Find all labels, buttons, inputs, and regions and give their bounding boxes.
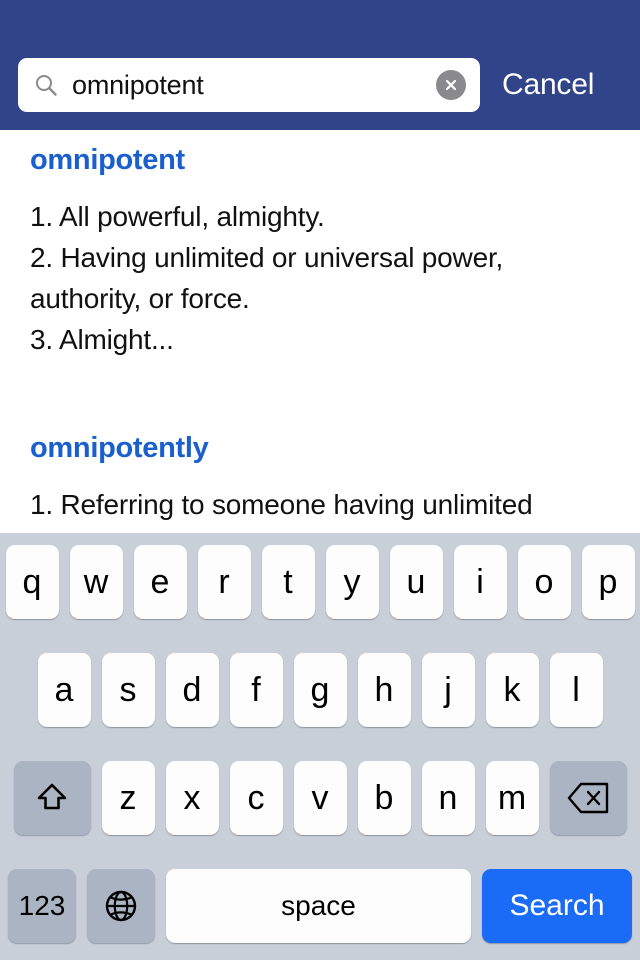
key-o[interactable]: o [517,545,571,619]
key-l[interactable]: l [549,653,603,727]
cancel-button[interactable]: Cancel [502,68,594,102]
shift-key[interactable] [13,761,91,835]
search-icon [34,73,58,97]
result-headword: omnipotent [30,144,185,176]
result-separator [0,360,640,418]
key-i[interactable]: i [453,545,507,619]
key-u[interactable]: u [389,545,443,619]
key-y[interactable]: y [325,545,379,619]
key-a[interactable]: a [37,653,91,727]
keyboard-row-3: z x c v b n m [0,761,640,835]
result-item[interactable]: omnipotently 1. Referring to someone hav… [0,418,640,533]
keyboard-row-4: 123 space Search [0,869,640,943]
navigation-bar: omnipotent Cancel [0,0,640,130]
key-f[interactable]: f [229,653,283,727]
space-key[interactable]: space [166,869,471,943]
result-headword: omnipotently [30,432,209,464]
backspace-key[interactable] [549,761,627,835]
search-key[interactable]: Search [482,869,632,943]
globe-language-icon [102,887,140,925]
search-input-field[interactable]: omnipotent [18,58,480,112]
clear-search-icon[interactable] [436,70,466,100]
key-w[interactable]: w [69,545,123,619]
key-q[interactable]: q [5,545,59,619]
key-v[interactable]: v [293,761,347,835]
key-t[interactable]: t [261,545,315,619]
globe-language-key[interactable] [87,869,155,943]
on-screen-keyboard[interactable]: q w e r t y u i o p a s d f g h j k l z … [0,533,640,960]
result-definitions: 1. Referring to someone having unlimited… [30,489,533,533]
key-g[interactable]: g [293,653,347,727]
search-bar: omnipotent Cancel [0,58,640,112]
result-definitions: 1. All powerful, almighty. 2. Having unl… [30,201,504,355]
key-j[interactable]: j [421,653,475,727]
key-n[interactable]: n [421,761,475,835]
keyboard-row-2: a s d f g h j k l [0,653,640,727]
key-c[interactable]: c [229,761,283,835]
key-x[interactable]: x [165,761,219,835]
key-d[interactable]: d [165,653,219,727]
key-r[interactable]: r [197,545,251,619]
key-h[interactable]: h [357,653,411,727]
key-s[interactable]: s [101,653,155,727]
shift-arrow-up-icon [33,779,71,817]
result-item[interactable]: omnipotent 1. All powerful, almighty. 2.… [0,130,640,360]
key-k[interactable]: k [485,653,539,727]
key-p[interactable]: p [581,545,635,619]
app-screen: omnipotent Cancel omnipotent 1. All powe… [0,0,640,960]
key-e[interactable]: e [133,545,187,619]
backspace-delete-icon [566,781,610,815]
search-input-value[interactable]: omnipotent [72,70,480,101]
key-m[interactable]: m [485,761,539,835]
key-z[interactable]: z [101,761,155,835]
numbers-key[interactable]: 123 [8,869,76,943]
key-b[interactable]: b [357,761,411,835]
search-results-list[interactable]: omnipotent 1. All powerful, almighty. 2.… [0,130,640,533]
keyboard-row-1: q w e r t y u i o p [0,545,640,619]
